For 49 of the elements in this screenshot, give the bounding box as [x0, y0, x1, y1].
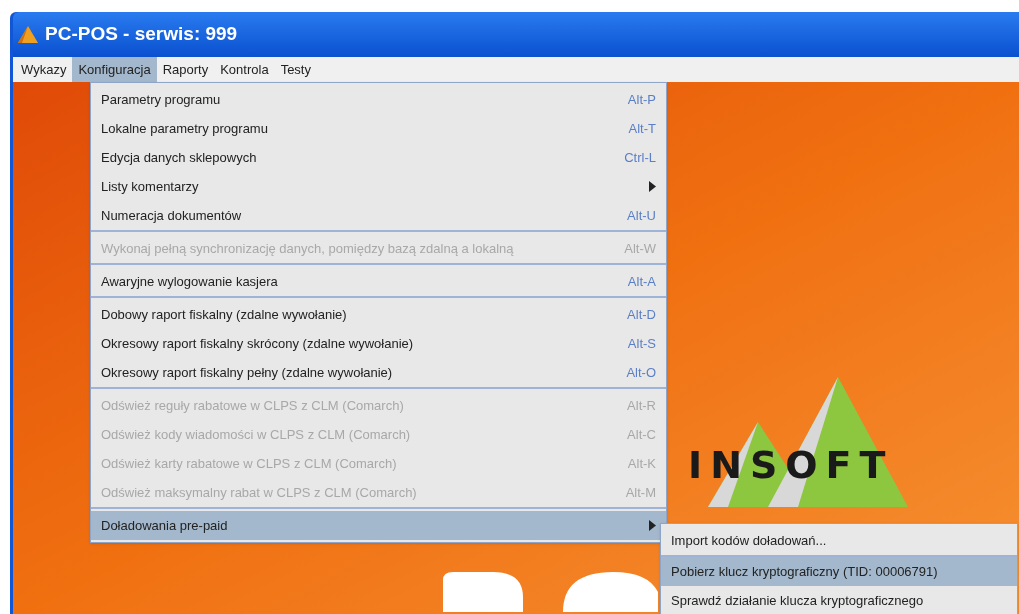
menu-bar-item[interactable]: Konfiguracja: [72, 57, 157, 82]
menu-bar-item[interactable]: Raporty: [156, 57, 215, 82]
menu-item[interactable]: Edycja danych sklepowych Ctrl-L: [91, 143, 666, 172]
shortcut-label: Alt-M: [625, 483, 656, 502]
menu-bar-item[interactable]: Wykazy: [15, 57, 73, 82]
menu-item[interactable]: Lokalne parametry programu Alt-T: [91, 114, 666, 143]
shortcut-label: Alt-P: [627, 90, 656, 109]
menu-item-label: Odśwież reguły rabatowe w CLPS z CLM (Comarch): [101, 396, 405, 415]
submenu-arrow-icon: [649, 520, 656, 531]
menu-item-label: Parametry programu: [101, 90, 222, 109]
shortcut-label: Alt-O: [626, 363, 656, 382]
shortcut-label: Alt-U: [627, 206, 656, 225]
shortcut-label: Alt-D: [627, 305, 656, 324]
menu-item[interactable]: Okresowy raport fiskalny skrócony (zdalne wywołanie) Alt-S: [91, 329, 666, 358]
submenu-item[interactable]: Sprawdź działanie klucza kryptograficznego: [661, 586, 1017, 614]
menu-item-label: Odśwież maksymalny rabat w CLPS z CLM (Comarch): [101, 483, 418, 502]
shortcut-label: Alt-A: [627, 272, 656, 291]
menu-item[interactable]: Okresowy raport fiskalny pełny (zdalne wywołanie) Alt-O: [91, 358, 666, 387]
menu-item-label: Okresowy raport fiskalny skrócony (zdalne wywołanie): [101, 334, 415, 353]
menu-item-label: Odśwież kody wiadomości w CLPS z CLM (Comarch): [101, 425, 412, 444]
shortcut-label: Alt-S: [627, 334, 656, 353]
menu-item[interactable]: Dobowy raport fiskalny (zdalne wywołanie) Alt-D: [91, 300, 666, 329]
shortcut-label: Alt-R: [627, 396, 656, 415]
submenu-item[interactable]: Pobierz klucz kryptograficzny (TID: 00006791): [661, 557, 1017, 586]
menu-item-label: Okresowy raport fiskalny pełny (zdalne wywołanie): [101, 363, 394, 382]
app-logo-icon: [17, 24, 39, 45]
menu-item-label: Wykonaj pełną synchronizację danych, pomiędzy bazą zdalną a lokalną: [101, 239, 515, 258]
menu-item-label: Listy komentarzy: [101, 177, 200, 196]
shortcut-label: Alt-K: [627, 454, 656, 473]
menu-item[interactable]: Numeracja dokumentów Alt-U: [91, 201, 666, 230]
menu-bar-item[interactable]: Testy: [274, 57, 317, 82]
menu-item-label: Awaryjne wylogowanie kasjera: [101, 272, 279, 291]
window-title: PC-POS - serwis: 999: [45, 22, 238, 47]
menu-item-label: Lokalne parametry programu: [101, 119, 269, 138]
menu-item[interactable]: Parametry programu Alt-P: [91, 85, 666, 114]
submenu-arrow-icon: [649, 181, 656, 192]
menu-item[interactable]: Awaryjne wylogowanie kasjera Alt-A: [91, 267, 666, 296]
menu-bar-item[interactable]: Kontrola: [214, 57, 275, 82]
shortcut-label: Alt-C: [627, 425, 656, 444]
menu-item[interactable]: Listy komentarzy: [91, 172, 666, 201]
shortcut-label: Alt-T: [628, 119, 656, 138]
shortcut-label: Ctrl-L: [624, 148, 656, 167]
menu-item-label: Edycja danych sklepowych: [101, 148, 258, 167]
menu-item-label: Numeracja dokumentów: [101, 206, 243, 225]
menu-item-label: Doładowania pre-paid: [101, 516, 229, 535]
menu-item-label: Odśwież karty rabatowe w CLPS z CLM (Comarch): [101, 454, 398, 473]
shortcut-label: Alt-W: [624, 239, 656, 258]
menu-item-label: Dobowy raport fiskalny (zdalne wywołanie): [101, 305, 348, 324]
menu-item[interactable]: Doładowania pre-paid: [91, 511, 666, 540]
